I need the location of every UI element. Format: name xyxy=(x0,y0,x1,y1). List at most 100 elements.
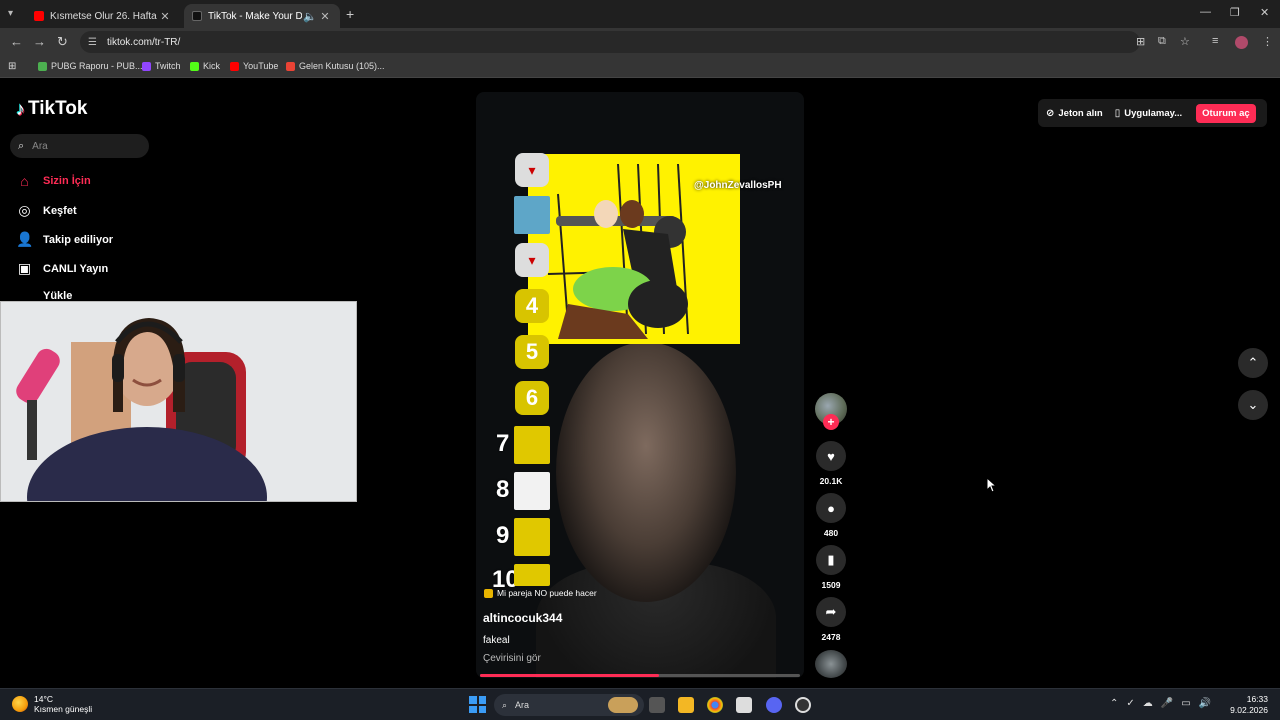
rank-thumbnail xyxy=(514,426,550,464)
nav-live[interactable]: ▣ CANLI Yayın xyxy=(16,260,108,277)
network-icon[interactable]: ▭ xyxy=(1181,698,1190,709)
rank-thumbnail xyxy=(514,518,550,556)
reload-button[interactable]: ↻ xyxy=(57,34,68,50)
previous-video-button[interactable]: ⌃ xyxy=(1238,348,1268,378)
top-actions: ⊘ Jeton alın ▯ Uygulamay... Oturum aç xyxy=(1038,99,1267,127)
microphone-icon[interactable]: 🎤 xyxy=(1161,698,1173,709)
window-close-button[interactable]: ✕ xyxy=(1260,6,1269,19)
save-action[interactable]: ▮ 1509 xyxy=(816,545,846,590)
back-button[interactable]: ← xyxy=(10,34,23,49)
discord-icon[interactable] xyxy=(766,697,782,713)
speaker-icon[interactable]: 🔈 xyxy=(302,10,318,23)
apps-grid-icon[interactable]: ⊞ xyxy=(8,61,16,72)
reading-list-icon[interactable]: ≡ xyxy=(1212,35,1218,47)
tab-title: Kısmetse Olur 26. Hafta 135 Bölüm xyxy=(50,10,158,22)
comment-count: 480 xyxy=(823,528,839,538)
nav-label: Takip ediliyor xyxy=(43,233,114,246)
see-translation-link[interactable]: Çevirisini gör xyxy=(483,653,541,664)
tray-check-icon[interactable]: ✓ xyxy=(1126,698,1134,709)
store-icon[interactable] xyxy=(736,697,752,713)
bookmark-label: PUBG Raporu - PUB... xyxy=(51,61,143,71)
bookmark-label: YouTube xyxy=(243,61,279,71)
close-icon[interactable]: ✕ xyxy=(318,10,332,23)
video-progress-fill xyxy=(480,674,660,677)
volume-icon[interactable]: 🔊 xyxy=(1199,698,1211,709)
close-icon[interactable]: ✕ xyxy=(158,10,172,23)
site-settings-icon[interactable]: ☰ xyxy=(88,37,97,48)
comment-icon[interactable]: ● xyxy=(816,493,846,523)
profile-avatar-icon[interactable] xyxy=(1235,36,1248,49)
windows-start-icon[interactable] xyxy=(469,696,486,713)
coins-label: Jeton alın xyxy=(1058,107,1103,119)
effect-icon xyxy=(484,588,493,598)
tiktok-logo[interactable]: ♪ TikTok xyxy=(16,98,87,120)
get-app-button[interactable]: ▯ Uygulamay... xyxy=(1115,108,1182,119)
tiktok-favicon-icon xyxy=(192,11,202,21)
like-count: 20.1K xyxy=(819,476,843,486)
follow-plus-button[interactable]: + xyxy=(823,414,839,430)
maximize-button[interactable]: ❐ xyxy=(1230,6,1240,19)
chrome-icon[interactable] xyxy=(707,697,723,713)
bookmark-star-icon[interactable]: ☆ xyxy=(1180,35,1190,48)
tray-arrow-icon[interactable]: ⌃ xyxy=(1110,698,1118,709)
video-caption: fakeal xyxy=(483,635,510,646)
translate-icon[interactable]: ⊞ xyxy=(1136,35,1145,48)
minimize-button[interactable]: — xyxy=(1200,6,1211,18)
install-app-icon[interactable]: ⧉ xyxy=(1158,35,1166,48)
share-icon[interactable]: ➦ xyxy=(816,597,846,627)
search-input[interactable]: ⌕ Ara xyxy=(10,134,149,158)
like-action[interactable]: ♥ 20.1K xyxy=(816,441,846,486)
rank-badge: ▾ xyxy=(515,243,549,277)
new-tab-button[interactable]: + xyxy=(346,6,354,22)
rank-number: 7 xyxy=(496,430,510,457)
bookmark-pubg[interactable]: PUBG Raporu - PUB... xyxy=(38,61,143,71)
music-disc-icon[interactable] xyxy=(815,650,847,678)
rank-badge: ▾ xyxy=(515,153,549,187)
video-progress-bar[interactable] xyxy=(480,674,800,677)
heart-icon[interactable]: ♥ xyxy=(816,441,846,471)
bookmark-label: Kick xyxy=(203,61,221,71)
tab-kismetse[interactable]: Kısmetse Olur 26. Hafta 135 Bölüm ✕ xyxy=(26,4,180,28)
url-field[interactable]: ☰ tiktok.com/tr-TR/ xyxy=(80,31,1140,53)
comment-action[interactable]: ● 480 xyxy=(816,493,846,538)
webcam-overlay xyxy=(0,301,357,502)
file-explorer-icon[interactable] xyxy=(678,697,694,713)
bookmark-youtube[interactable]: YouTube xyxy=(230,61,278,71)
nav-explore[interactable]: ◎ Keşfet xyxy=(16,202,77,219)
video-subject-face xyxy=(556,342,736,602)
taskbar-search[interactable]: ⌕ Ara xyxy=(494,694,644,716)
forward-button[interactable]: → xyxy=(33,34,46,49)
taskbar-clock[interactable]: 16:33 9.02.2026 xyxy=(1228,694,1268,716)
url-text: tiktok.com/tr-TR/ xyxy=(106,36,181,48)
video-author[interactable]: altincocuk344 xyxy=(483,611,562,625)
app-icon[interactable] xyxy=(795,697,811,713)
effect-tag[interactable]: Mi pareja NO puede hacer xyxy=(484,588,597,598)
nav-label: Yükle xyxy=(43,290,73,301)
video-player[interactable]: @JohnZevallosPH ▾ ▾ 4 5 6 7 8 9 10 Mi pa… xyxy=(476,92,804,678)
clock-date: 9.02.2026 xyxy=(1230,705,1268,715)
nav-upload[interactable]: Yükle xyxy=(16,290,72,301)
task-view-icon[interactable] xyxy=(649,697,665,713)
share-action[interactable]: ➦ 2478 xyxy=(816,597,846,642)
rank-thumbnail xyxy=(514,196,550,234)
search-highlight-icon xyxy=(608,697,638,713)
bookmarks-bar: ⊞ PUBG Raporu - PUB... Twitch Kick YouTu… xyxy=(0,56,1280,78)
next-video-button[interactable]: ⌄ xyxy=(1238,390,1268,420)
menu-dots-icon[interactable]: ⋮ xyxy=(1262,35,1273,48)
tab-search-icon[interactable]: ▾ xyxy=(8,8,13,19)
bookmark-kick[interactable]: Kick xyxy=(190,61,220,71)
bookmark-twitch[interactable]: Twitch xyxy=(142,61,181,71)
bookmark-icon[interactable]: ▮ xyxy=(816,545,846,575)
nav-following[interactable]: 👤 Takip ediliyor xyxy=(16,231,113,248)
get-coins-button[interactable]: ⊘ Jeton alın xyxy=(1046,108,1103,119)
youtube-favicon-icon xyxy=(34,11,44,21)
nav-label: Keşfet xyxy=(43,204,77,217)
tab-tiktok[interactable]: TikTok - Make Your Day 🔈 ✕ xyxy=(184,4,340,28)
bookmark-gmail[interactable]: Gelen Kutusu (105)... xyxy=(286,61,385,71)
weather-widget[interactable]: 14°C Kısmen güneşli xyxy=(12,694,92,714)
login-button[interactable]: Oturum aç xyxy=(1196,103,1256,123)
nav-for-you[interactable]: ⌂ Sizin İçin xyxy=(16,173,90,189)
rank-number: 8 xyxy=(496,476,510,503)
rank-number: 9 xyxy=(496,522,510,549)
tray-cloud-icon[interactable]: ☁ xyxy=(1143,698,1153,709)
